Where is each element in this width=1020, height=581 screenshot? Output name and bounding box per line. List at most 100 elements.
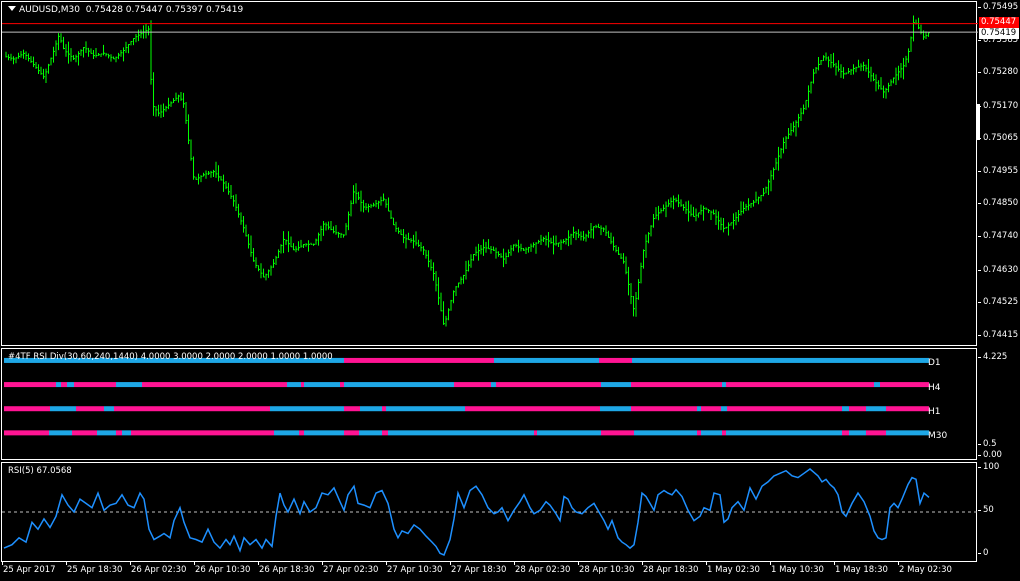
rsi-title: RSI(5) 67.0568 [8,466,72,476]
tf-segment [866,430,886,436]
tf-segment [344,382,454,388]
time-tick-label: 2 May 02:30 [899,565,952,575]
price-tick-label: 0.74955 [977,165,1019,176]
tf-segment [601,430,634,436]
indicator-title: #4TF RSI Div(30,60,240,1440) 4.0000 3.00… [8,352,333,362]
tf-segment [104,406,114,412]
price-tick-label: 0.75065 [977,132,1019,143]
symbol-label: AUDUSD,M30 [19,5,80,15]
tf-label-m30: M30 [928,430,948,441]
tf-segment [726,430,842,436]
time-tick-label: 28 Apr 18:30 [643,565,699,575]
tf-segment [116,382,142,388]
tf-segment [727,406,842,412]
time-tick-label: 28 Apr 02:30 [515,565,571,575]
time-tick-label: 1 May 10:30 [771,565,824,575]
tf-segment [697,406,701,412]
tf-segment [849,430,866,436]
dropdown-triangle-icon[interactable] [8,6,16,11]
rsi-tick-label: 50 [978,505,994,515]
tf-segment [114,406,141,412]
tf-segment [4,406,50,412]
tf-segment [61,382,67,388]
chart-shift-marker[interactable] [977,104,980,140]
rsi-divergence-pane[interactable]: #4TF RSI Div(30,60,240,1440) 4.0000 3.00… [1,348,977,460]
time-tick-label: 26 Apr 02:30 [131,565,187,575]
divergence-tick-label: 4.225 [977,352,1008,362]
tf-segment [631,382,722,388]
tf-segment [388,430,534,436]
tf-segment [880,382,929,388]
tf-segment [697,430,701,436]
price-tick-label: 0.74850 [977,197,1019,208]
tf-segment [599,357,632,363]
tf-segment [632,357,929,363]
tf-segment [382,406,386,412]
tf-segment [142,382,287,388]
tf-segment [465,406,600,412]
ohlc-values: 0.75428 0.75447 0.75397 0.75419 [85,5,244,15]
price-axis: 0.75495 0.75385 0.75280 0.75170 0.75065 0.749… [977,1,1020,346]
tf-segment [534,430,537,436]
tf-segment [301,382,304,388]
tf-segment [382,430,388,436]
tf-segment [304,382,340,388]
tf-segment [270,406,344,412]
price-chart-canvas[interactable] [2,2,978,347]
time-axis: 25 Apr 2017 25 Apr 18:30 26 Apr 02:30 26 Ap… [0,561,1020,581]
tf-segment [386,406,465,412]
tf-segment [722,430,726,436]
tf-segment [537,430,601,436]
rsi-tick-label: 100 [977,462,1000,472]
rsi-axis: 100 50 0 [977,462,1020,562]
price-chart-pane[interactable]: AUDUSD,M30 0.75428 0.75447 0.75397 0.754… [1,1,978,347]
time-tick-label: 27 Apr 10:30 [387,565,443,575]
tf-segment [842,406,849,412]
time-tick-label: 27 Apr 02:30 [323,565,379,575]
tf-segment [274,430,299,436]
tf-segment [496,382,601,388]
tf-segment [701,430,722,436]
price-tick-label: 0.75280 [977,67,1019,78]
tf-segment [360,406,382,412]
tf-segment [722,382,726,388]
tf-segment [842,430,849,436]
divergence-axis: 4.225 0.5 0.00 [977,348,1020,460]
tf-segment [67,382,74,388]
bid-price-tag: 0.75419 [979,28,1019,40]
tf-segment [56,382,61,388]
tf-segment [874,382,880,388]
rsi-divergence-canvas[interactable] [2,349,978,461]
tf-label-d1: D1 [928,358,941,369]
rsi-canvas[interactable] [2,463,978,563]
tf-segment [886,406,929,412]
tf-segment [116,430,122,436]
rsi-pane[interactable]: RSI(5) 67.0568 [1,462,978,563]
tf-segment [849,406,866,412]
tf-segment [72,430,97,436]
tf-segment [340,382,344,388]
tf-segment [304,430,344,436]
price-tick-label: 0.74630 [977,264,1019,275]
tf-segment [141,406,270,412]
time-tick-label: 27 Apr 18:30 [451,565,507,575]
ask-price-tag: 0.75447 [979,16,1019,28]
tf-segment [131,430,141,436]
price-tick-label: 0.74415 [977,329,1019,340]
rsi-tick-label: 0 [977,548,989,558]
tf-segment [601,382,631,388]
time-tick-label: 1 May 18:30 [835,565,888,575]
tf-segment [494,357,599,363]
tf-segment [359,430,382,436]
tf-segment [4,382,56,388]
time-tick-label: 28 Apr 10:30 [579,565,635,575]
tf-label-h4: H4 [928,382,941,393]
time-tick-label: 25 Apr 2017 [3,565,56,575]
chart-title: AUDUSD,M30 0.75428 0.75447 0.75397 0.754… [8,5,243,15]
tf-row-h1 [4,406,929,412]
tf-segment [122,430,131,436]
tf-segment [491,382,496,388]
divergence-tick-label: 0.5 [978,438,997,449]
time-tick-label: 25 Apr 18:30 [67,565,123,575]
tf-segment [49,430,72,436]
